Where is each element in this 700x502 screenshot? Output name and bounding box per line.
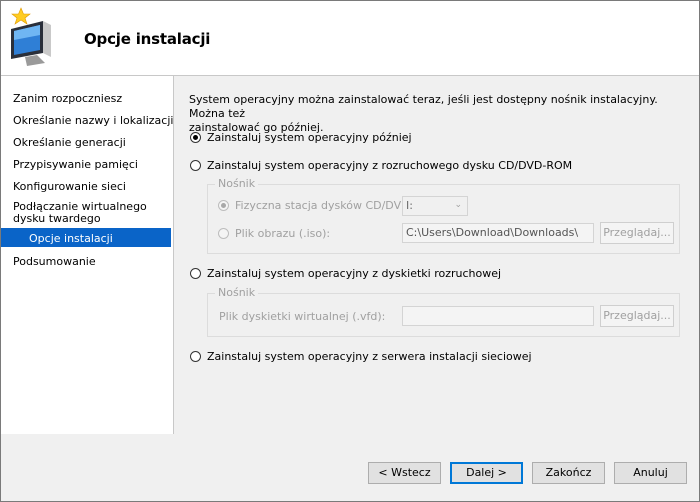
radio-unchecked-icon: [190, 268, 201, 279]
browse-vfd-button[interactable]: Przeglądaj...: [600, 305, 674, 327]
installation-options-panel: System operacyjny można zainstalować ter…: [174, 76, 699, 434]
radio-unchecked-icon: [218, 228, 229, 239]
sidebar-item-generation[interactable]: Określanie generacji: [1, 132, 171, 152]
image-file-path-input[interactable]: C:\Users\Download\Downloads\: [402, 223, 594, 243]
vfd-file-path-input[interactable]: [402, 306, 594, 326]
next-button[interactable]: Dalej >: [450, 462, 523, 484]
browse-iso-button[interactable]: Przeglądaj...: [600, 222, 674, 244]
radio-install-from-floppy[interactable]: Zainstaluj system operacyjny z dyskietki…: [190, 267, 501, 280]
monitor-with-star-icon: [11, 7, 51, 66]
wizard-window: Opcje instalacji Zanim rozpoczniesz Okre…: [0, 0, 700, 502]
wizard-steps-sidebar: Zanim rozpoczniesz Określanie nazwy i lo…: [1, 76, 174, 434]
radio-physical-drive[interactable]: Fizyczna stacja dysków CD/DVD:: [218, 199, 413, 212]
radio-unchecked-icon: [190, 160, 201, 171]
sidebar-item-networking[interactable]: Konfigurowanie sieci: [1, 176, 171, 196]
radio-checked-icon: [190, 132, 201, 143]
cd-media-legend: Nośnik: [215, 177, 259, 190]
wizard-header: Opcje instalacji: [1, 1, 699, 76]
sidebar-item-name-location[interactable]: Określanie nazwy i lokalizacji: [1, 110, 173, 130]
sidebar-item-summary[interactable]: Podsumowanie: [1, 251, 171, 271]
intro-text: System operacyjny można zainstalować ter…: [189, 93, 658, 134]
floppy-media-legend: Nośnik: [215, 286, 259, 299]
radio-install-from-cd[interactable]: Zainstaluj system operacyjny z rozruchow…: [190, 159, 572, 172]
cancel-button[interactable]: Anuluj: [614, 462, 687, 484]
floppy-media-group: Nośnik Plik dyskietki wirtualnej (.vfd):…: [207, 286, 680, 337]
radio-install-later[interactable]: Zainstaluj system operacyjny później: [190, 131, 412, 144]
radio-install-from-network[interactable]: Zainstaluj system operacyjny z serwera i…: [190, 350, 532, 363]
sidebar-item-installation-options[interactable]: Opcje instalacji: [1, 228, 171, 247]
chevron-down-icon: ⌄: [454, 200, 462, 210]
sidebar-item-memory[interactable]: Przypisywanie pamięci: [1, 154, 171, 174]
sidebar-item-before-you-begin[interactable]: Zanim rozpoczniesz: [1, 88, 171, 108]
radio-unchecked-icon: [190, 351, 201, 362]
radio-checked-icon: [218, 200, 229, 211]
radio-image-file[interactable]: Plik obrazu (.iso):: [218, 227, 330, 240]
cd-media-group: Nośnik Fizyczna stacja dysków CD/DVD: I:…: [207, 177, 680, 254]
wizard-footer: < Wstecz Dalej > Zakończ Anuluj: [1, 435, 699, 501]
page-title: Opcje instalacji: [84, 30, 211, 48]
vfd-file-label: Plik dyskietki wirtualnej (.vfd):: [219, 310, 386, 323]
finish-button[interactable]: Zakończ: [532, 462, 605, 484]
sidebar-item-virtual-disk[interactable]: Podłączanie wirtualnego dysku twardego: [1, 197, 171, 227]
physical-drive-select[interactable]: I: ⌄: [402, 196, 468, 216]
back-button[interactable]: < Wstecz: [368, 462, 441, 484]
